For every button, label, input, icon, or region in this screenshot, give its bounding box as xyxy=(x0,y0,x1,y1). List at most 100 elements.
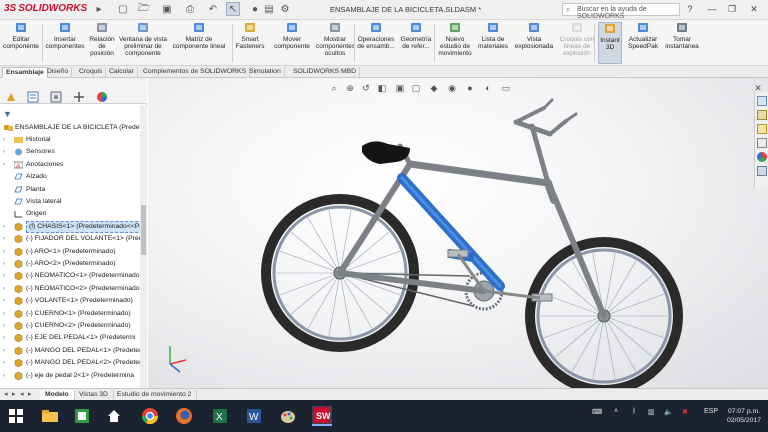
bottom-tab-modelo[interactable]: Modelo xyxy=(40,390,75,400)
tree-item[interactable]: Planta xyxy=(0,184,147,196)
expand-arrow-icon[interactable]: › xyxy=(3,370,5,382)
store-icon[interactable] xyxy=(72,406,92,426)
ribbon-button-preview-window[interactable]: Ventana de vista preliminar de component… xyxy=(118,22,168,64)
handlebar[interactable] xyxy=(513,98,578,186)
menu-arrow-icon[interactable]: ▸ xyxy=(92,2,106,16)
scrollbar-thumb[interactable] xyxy=(141,205,146,255)
restore-button[interactable]: ❐ xyxy=(726,3,738,15)
windows-start-icon[interactable] xyxy=(6,406,26,426)
help-question-icon[interactable]: ? xyxy=(684,3,696,15)
ribbon-button-explode-line-sketch[interactable]: Croquis con líneas de explosión xyxy=(558,22,596,64)
ribbon-button-reference-geometry[interactable]: Geometría de refer... xyxy=(398,22,434,64)
bicycle-model[interactable] xyxy=(148,78,768,388)
word-icon[interactable]: W xyxy=(244,406,264,426)
tab-calcular[interactable]: Calcular xyxy=(106,67,138,78)
file-properties-icon[interactable]: ▤ xyxy=(262,2,276,16)
ribbon-button-move-component[interactable]: Mover componente xyxy=(272,22,312,64)
expand-arrow-icon[interactable]: › xyxy=(3,295,5,307)
filter-icon[interactable]: ▼ xyxy=(3,109,12,119)
expand-arrow-icon[interactable]: › xyxy=(3,308,5,320)
tree-item[interactable]: › (-) MANGO DEL PEDAL<1> (Predeter xyxy=(0,345,147,357)
ribbon-button-instant3d[interactable]: Instant 3D xyxy=(598,22,622,64)
notification-error-icon[interactable]: ✖ xyxy=(682,408,688,416)
tree-item[interactable]: › (-) VOLANTE<1> (Predeterminado) xyxy=(0,295,147,307)
ribbon-button-assembly-features[interactable]: Operaciones de ensamb... xyxy=(356,22,396,64)
view-palette-icon[interactable] xyxy=(757,138,767,148)
tree-item[interactable]: › (-) NEOMATICO<1> (Predeterminado) xyxy=(0,270,147,282)
tree-scrollbar[interactable] xyxy=(140,105,147,388)
tree-item[interactable]: › (-) EJE DEL PEDAL<1> (Predetermi xyxy=(0,332,147,344)
print-icon[interactable]: ⎙ xyxy=(183,2,197,16)
tree-item[interactable]: › (-) NEOMATICO<2> (Predeterminado) xyxy=(0,283,147,295)
display-manager-tab-icon[interactable] xyxy=(96,91,108,103)
ribbon-button-snapshot[interactable]: Tomar instantánea xyxy=(662,22,702,64)
bottom-tab-vistas-3d[interactable]: Vistas 3D xyxy=(74,390,114,400)
tab-simulation[interactable]: Simulation xyxy=(246,67,285,78)
expand-arrow-icon[interactable]: › xyxy=(3,233,5,245)
tab-dise-o[interactable]: Diseño xyxy=(44,67,73,78)
tree-item[interactable]: › Historial xyxy=(0,134,147,146)
paint-icon[interactable] xyxy=(278,406,298,426)
excel-icon[interactable]: X xyxy=(210,406,230,426)
minimize-button[interactable]: — xyxy=(706,3,718,15)
tree-root-assembly[interactable]: ENSAMBLAJE DE LA BICICLETA (Predeterm xyxy=(0,122,147,134)
expand-arrow-icon[interactable]: › xyxy=(3,134,5,146)
expand-arrow-icon[interactable]: › xyxy=(3,159,5,171)
solidworks-app-icon[interactable]: SW xyxy=(312,406,332,426)
home-icon[interactable] xyxy=(104,406,124,426)
firefox-icon[interactable] xyxy=(174,406,194,426)
tree-item[interactable]: › (-) FIJADOR DEL VOLANTE<1> (Prede xyxy=(0,233,147,245)
seat[interactable] xyxy=(362,141,410,164)
graphics-area[interactable]: ⌕ ⊕ ↺ ◧ ▣ ▢ ◆ ◉ ● ◐ ▭ ✕ xyxy=(148,78,768,388)
keyboard-icon[interactable]: ⌨ xyxy=(592,408,602,416)
ribbon-button-speedpak[interactable]: Actualizar SpeedPak xyxy=(626,22,660,64)
tray-overflow-icon[interactable]: ˄ xyxy=(614,408,618,415)
chrome-icon[interactable] xyxy=(140,406,160,426)
design-library-icon[interactable] xyxy=(757,110,767,120)
new-document-icon[interactable]: ▢ xyxy=(116,2,130,16)
feature-manager-tab-icon[interactable] xyxy=(5,91,17,103)
tab-scroll-arrow-icon[interactable]: ▸ xyxy=(28,390,32,398)
tree-item[interactable]: Vista lateral xyxy=(0,196,147,208)
expand-arrow-icon[interactable]: › xyxy=(3,345,5,357)
configuration-manager-tab-icon[interactable] xyxy=(50,91,62,103)
ribbon-button-insert-components[interactable]: Insertar componentes xyxy=(44,22,86,64)
dimxpert-tab-icon[interactable] xyxy=(73,91,85,103)
help-search-input[interactable]: ⌕ Buscar en la ayuda de SOLIDWORKS xyxy=(562,3,680,20)
tree-item[interactable]: › A Anotaciones xyxy=(0,159,147,171)
tree-item[interactable]: › (-) ARO<2> (Predeterminado) xyxy=(0,258,147,270)
tab-complementos-de-solidworks[interactable]: Complementos de SOLIDWORKS xyxy=(140,67,251,78)
frame[interactable] xyxy=(337,143,607,319)
custom-properties-icon[interactable] xyxy=(757,166,767,176)
select-pointer-icon[interactable]: ↖ xyxy=(226,2,240,16)
ribbon-button-mate[interactable]: Relación de posición xyxy=(88,22,116,64)
network-icon[interactable]: ▥ xyxy=(648,408,655,416)
tree-item[interactable]: › (-) eje de pedal 2<1> (Predetermina xyxy=(0,370,147,382)
ribbon-button-motion-study[interactable]: Nuevo estudio de movimiento xyxy=(436,22,474,64)
system-clock[interactable]: 07:07 p.m. 02/05/2017 xyxy=(727,407,761,425)
appearances-icon[interactable] xyxy=(757,152,767,162)
bottom-tab-estudio-de-movimiento-2[interactable]: Estudio de movimiento 2 xyxy=(112,390,198,400)
tab-solidworks-mbd[interactable]: SOLIDWORKS MBD xyxy=(290,67,361,78)
ribbon-button-exploded-view[interactable]: Vista explosionada xyxy=(514,22,554,64)
tree-item[interactable]: › (-) CUERNO<2> (Predeterminado) xyxy=(0,320,147,332)
expand-arrow-icon[interactable]: › xyxy=(3,270,5,282)
ribbon-button-smart-fasteners[interactable]: Smart Fasteners xyxy=(232,22,268,64)
expand-arrow-icon[interactable]: › xyxy=(3,332,5,344)
solidworks-logo[interactable]: 3S SOLIDWORKS xyxy=(4,3,87,14)
language-indicator[interactable]: ESP xyxy=(704,408,718,415)
open-folder-icon[interactable]: 🗁 xyxy=(137,2,151,16)
rebuild-icon[interactable]: ● xyxy=(248,2,262,16)
ribbon-button-edit-component[interactable]: Editar componente xyxy=(2,22,40,64)
ribbon-button-linear-pattern[interactable]: Matriz de componente lineal xyxy=(168,22,230,64)
tab-croquis[interactable]: Croquis xyxy=(76,67,107,78)
expand-arrow-icon[interactable]: › xyxy=(3,357,5,369)
undo-icon[interactable]: ↶ xyxy=(206,2,220,16)
expand-arrow-icon[interactable]: › xyxy=(3,246,5,258)
expand-arrow-icon[interactable]: › xyxy=(3,258,5,270)
save-icon[interactable]: ▣ xyxy=(160,2,174,16)
file-explorer-pane-icon[interactable] xyxy=(757,124,767,134)
tree-item[interactable]: › (-) MANGO DEL PEDAL<2> (Predeter xyxy=(0,357,147,369)
expand-arrow-icon[interactable]: › xyxy=(3,283,5,295)
tab-scroll-arrow-icon[interactable]: ▸ xyxy=(12,390,16,398)
